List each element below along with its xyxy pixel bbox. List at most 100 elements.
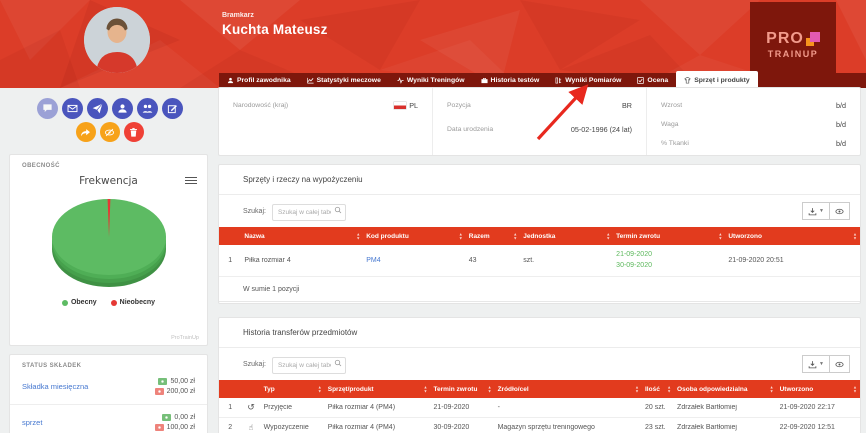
email-button[interactable] [62,98,83,119]
player-identity: Bramkarz Kuchta Mateusz [222,12,328,37]
column-header[interactable]: Termin zwrotu [613,233,725,240]
player-role: Bramkarz [222,12,328,19]
details-col-2: Pozycja BR Data urodzenia 05-02-1996 (24… [432,88,646,155]
player-name: Kuchta Mateusz [222,22,328,37]
transfer-return-date: 21-09-2020 [430,404,494,411]
tab-wyniki-treningow[interactable]: Wyniki Treningów [389,73,473,88]
history-icon [247,403,255,412]
send-button[interactable] [87,98,108,119]
column-header[interactable]: Kod produktu [363,233,466,240]
logo-text-pro: PRO [766,30,804,48]
chat-icon [42,103,53,114]
eye-icon [835,207,844,216]
player-details-card: Narodowość (kraj) PL Pozycja BR Data uro… [219,88,860,155]
return-date-2: 30-09-2020 [616,261,722,271]
column-header[interactable]: Jednostka [520,233,613,240]
attendance-pie-chart [34,191,184,293]
tab-sprzet-i-produkty[interactable]: Sprzęt i produkty [676,71,758,88]
ruler-icon [555,77,562,84]
item-total: 43 [466,257,520,264]
trash-icon [128,127,139,138]
sort-icon [459,233,463,240]
weight-value: b/d [836,120,846,129]
delete-button[interactable] [124,122,144,142]
player-photo [84,7,150,73]
details-col-3: Wzrost b/d Waga b/d % Tkanki b/d [646,88,860,155]
sort-icon [424,386,428,393]
nationality-value: PL [409,101,418,110]
transfer-product: Piłka rozmiar 4 (PM4) [325,404,431,411]
sort-icon [770,386,774,393]
item-created: 21-09-2020 20:51 [725,257,860,264]
message-button[interactable] [37,98,58,119]
fees-status-card: STATUS SKŁADEK Składka miesięczna 50,00 … [10,355,207,433]
export-button[interactable]: ▼ [802,355,830,373]
transfer-person: Zdrzałek Bartłomiej [674,424,777,431]
position-value: BR [622,101,632,110]
due-banknote-icon [155,388,164,395]
chart-menu-icon[interactable] [185,177,197,186]
poland-flag-icon [394,102,406,109]
height-label: Wzrost [661,102,682,109]
chevron-down-icon: ▼ [819,208,824,214]
people-icon [142,103,153,114]
legend-absent[interactable]: Nieobecny [111,299,155,306]
tab-historia-testow[interactable]: Historia testów [473,73,548,88]
transfers-table-header: Typ Sprzęt/produkt Termin zwrotu Źródło/… [219,380,860,398]
columns-visibility-button[interactable] [830,202,850,220]
fee-link-monthly[interactable]: Składka miesięczna [22,382,88,391]
legend-present[interactable]: Obecny [62,299,97,306]
column-header[interactable]: Źródło/cel [495,386,642,393]
column-header[interactable]: Razem [466,233,520,240]
profile-tabbar: Profil zawodnika Statystyki meczowe Wyni… [219,73,866,88]
details-col-1: Narodowość (kraj) PL [219,88,432,155]
search-icon [334,359,342,367]
tab-ocena[interactable]: Ocena [629,73,676,88]
column-header[interactable]: Termin zwrotu [430,386,494,393]
attendance-card-title: OBECNOŚĆ [10,155,207,169]
visibility-button[interactable] [100,122,120,142]
transfer-created: 22-09-2020 12:51 [777,424,860,431]
transfer-qty: 23 szt. [642,424,674,431]
logo-pixel-icon [806,32,820,46]
sort-icon [606,233,610,240]
sort-icon [667,386,671,393]
paid-banknote-icon [162,414,171,421]
transfer-created: 21-09-2020 22:17 [777,404,860,411]
weight-label: Waga [661,121,679,128]
tab-wyniki-pomiarow[interactable]: Wyniki Pomiarów [547,73,629,88]
search-label: Szukaj: [243,361,266,368]
column-header[interactable]: Osoba odpowiedzialna [674,386,777,393]
profile-button[interactable] [112,98,133,119]
sort-icon [513,233,517,240]
download-icon [808,360,817,369]
export-button[interactable]: ▼ [802,202,830,220]
sort-icon [853,233,857,240]
eye-icon [835,360,844,369]
user-icon [227,77,234,84]
column-header[interactable]: Ilość [642,386,674,393]
equipment-table-header: Nazwa Kod produktu Razem Jednostka Termi… [219,227,860,245]
sort-icon [635,386,639,393]
column-header[interactable]: Utworzono [725,233,860,240]
fees-card-title: STATUS SKŁADEK [10,355,207,369]
fee-link-equipment[interactable]: sprzet [22,418,42,427]
column-header[interactable]: Typ [261,386,325,393]
share-button[interactable] [76,122,96,142]
player-avatar [84,7,150,73]
paid-banknote-icon [158,378,167,385]
tab-profil-zawodnika[interactable]: Profil zawodnika [219,73,299,88]
tab-statystyki-meczowe[interactable]: Statystyki meczowe [299,73,389,88]
envelope-icon [67,103,78,114]
column-header[interactable]: Utworzono [777,386,860,393]
column-header[interactable]: Nazwa [241,233,363,240]
edit-button[interactable] [162,98,183,119]
transfer-qty: 20 szt. [642,404,674,411]
item-name: Piłka rozmiar 4 [241,257,363,264]
column-header[interactable]: Sprzęt/produkt [325,386,431,393]
hand-pointer-icon [249,423,254,432]
columns-visibility-button[interactable] [830,355,850,373]
product-code-link[interactable]: PM4 [366,257,380,264]
present-dot-icon [62,300,68,306]
guardians-button[interactable] [137,98,158,119]
